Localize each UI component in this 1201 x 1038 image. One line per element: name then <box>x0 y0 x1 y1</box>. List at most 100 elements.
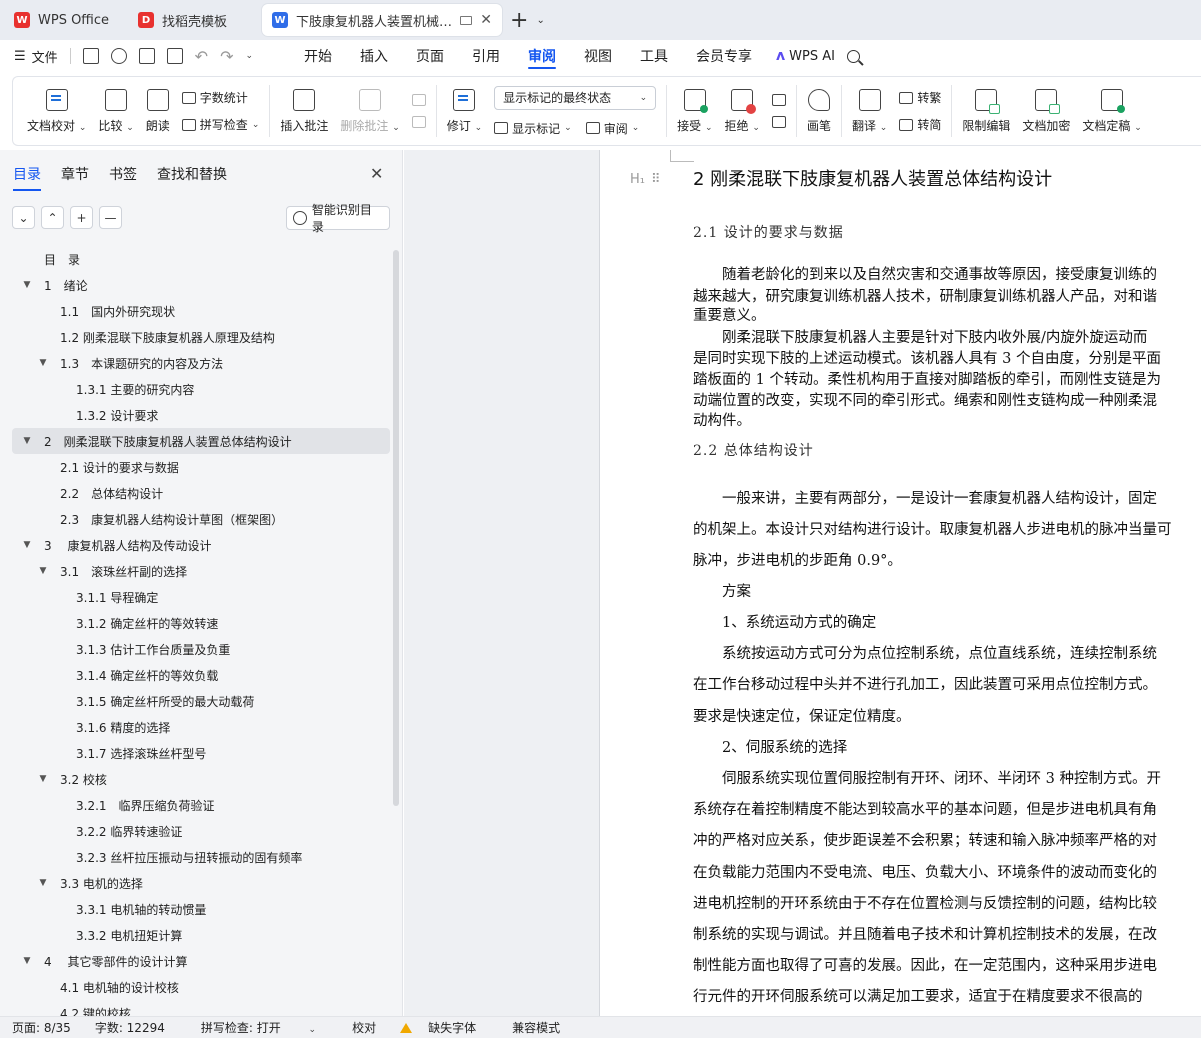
toc-item[interactable]: 3.2.1 临界压缩负荷验证 <box>12 792 390 818</box>
expand-arrow-icon[interactable]: ▼ <box>36 878 50 888</box>
menu-review[interactable]: 审阅 <box>514 40 570 72</box>
to-traditional-button[interactable]: 转繁 <box>899 89 941 106</box>
scrollbar[interactable] <box>393 250 399 806</box>
menu-home[interactable]: 开始 <box>290 40 346 72</box>
tab-find-replace[interactable]: 查找和替换 <box>157 164 227 184</box>
drag-handle-icon[interactable]: ⠿ <box>651 172 661 187</box>
expand-arrow-icon[interactable]: ▼ <box>20 540 34 550</box>
expand-arrow-icon[interactable]: ▼ <box>36 566 50 576</box>
toc-item[interactable]: 1.2 刚柔混联下肢康复机器人原理及结构 <box>12 324 390 350</box>
toc-item[interactable]: 2.1 设计的要求与数据 <box>12 454 390 480</box>
close-icon[interactable]: ✕ <box>480 12 492 28</box>
close-pane-icon[interactable]: ✕ <box>370 164 383 183</box>
tab-document[interactable]: W 下肢康复机器人装置机械结构设计 ✕ <box>262 4 502 36</box>
encrypt-button[interactable]: 文档加密 <box>1016 80 1076 142</box>
add-icon[interactable]: + <box>70 206 93 229</box>
expand-icon[interactable]: ⌃ <box>41 206 64 229</box>
tab-toc[interactable]: 目录 <box>13 164 41 191</box>
toc-item[interactable]: 3.1.7 选择滚珠丝杆型号 <box>12 740 390 766</box>
insert-comment-button[interactable]: 插入批注 <box>274 80 334 142</box>
redo-icon[interactable]: ↷ <box>220 47 233 66</box>
monitor-icon[interactable] <box>460 15 473 25</box>
toc-item[interactable]: 1.3.2 设计要求 <box>12 402 390 428</box>
toc-item[interactable]: 3.1.6 精度的选择 <box>12 714 390 740</box>
prev-revision-button[interactable] <box>771 94 786 106</box>
spell-check-button[interactable]: 拼写检查 ⌄ <box>181 116 259 133</box>
toc-item[interactable]: 3.2.3 丝杆拉压振动与扭转振动的固有频率 <box>12 844 390 870</box>
toc-item[interactable]: ▼ 1.3 本课题研究的内容及方法 <box>12 350 390 376</box>
toc-item[interactable]: 3.1.2 确定丝杆的等效转速 <box>12 610 390 636</box>
toc-item[interactable]: 2.3 康复机器人结构设计草图（框架图） <box>12 506 390 532</box>
page-indicator[interactable]: 页面: 8/35 <box>0 1019 83 1036</box>
heading-handle[interactable]: H₁ ⠿ <box>630 172 661 187</box>
wps-ai-button[interactable]: ʌ WPS AI <box>766 48 835 64</box>
file-menu[interactable]: ☰ 文件 <box>14 47 58 66</box>
word-count-indicator[interactable]: 字数: 12294 <box>83 1019 177 1036</box>
revise-button[interactable]: 修订 ⌄ <box>441 80 488 142</box>
smart-toc-button[interactable]: 智能识别目录 <box>286 203 390 234</box>
to-simplified-button[interactable]: 转简 <box>899 116 941 133</box>
toc-item[interactable]: 3.1.1 导程确定 <box>12 584 390 610</box>
tab-template[interactable]: D 找稻壳模板 <box>128 4 258 36</box>
review-pane-button[interactable]: 审阅 ⌄ <box>585 120 639 137</box>
spell-check-indicator[interactable]: 拼写检查: 打开 ⌄ <box>177 1019 340 1036</box>
menu-reference[interactable]: 引用 <box>458 40 514 72</box>
menu-view[interactable]: 视图 <box>570 40 626 72</box>
toc-item[interactable]: 1.1 国内外研究现状 <box>12 298 390 324</box>
toc-item[interactable]: 3.3.1 电机轴的转动惯量 <box>12 896 390 922</box>
collapse-icon[interactable]: ⌄ <box>12 206 35 229</box>
toc-item[interactable]: 4.1 电机轴的设计校核 <box>12 974 390 1000</box>
chevron-down-icon[interactable]: ⌄ <box>245 51 253 61</box>
toc-item[interactable]: 3.1.3 估计工作台质量及负重 <box>12 636 390 662</box>
toc-item[interactable]: 3.1.4 确定丝杆的等效负载 <box>12 662 390 688</box>
read-aloud-button[interactable]: 朗读 <box>140 80 176 142</box>
toc-item[interactable]: 目 录 <box>12 246 390 272</box>
tab-wps-office[interactable]: W WPS Office <box>4 4 124 36</box>
finalize-button[interactable]: 文档定稿 ⌄ <box>1076 80 1147 142</box>
translate-button[interactable]: 翻译 ⌄ <box>846 80 893 142</box>
toc-item[interactable]: 4.2 键的校核 <box>12 1000 390 1017</box>
compare-button[interactable]: 比较 ⌄ <box>92 80 139 142</box>
toc-item[interactable]: 2.2 总体结构设计 <box>12 480 390 506</box>
menu-member[interactable]: 会员专享 <box>682 40 766 72</box>
undo-icon[interactable]: ↶ <box>195 47 208 66</box>
toc-item[interactable]: 1.3.1 主要的研究内容 <box>12 376 390 402</box>
proof-indicator[interactable]: 校对 <box>340 1019 388 1036</box>
toc-item[interactable]: ▼ 1 绪论 <box>12 272 390 298</box>
next-revision-button[interactable] <box>771 116 786 128</box>
expand-arrow-icon[interactable]: ▼ <box>20 280 34 290</box>
next-comment-button[interactable] <box>411 116 426 128</box>
delete-comment-button[interactable]: 删除批注 ⌄ <box>334 80 405 142</box>
missing-font-indicator[interactable]: 缺失字体 <box>388 1019 500 1036</box>
expand-arrow-icon[interactable]: ▼ <box>20 956 34 966</box>
chevron-down-icon[interactable]: ⌄ <box>536 15 544 26</box>
accept-button[interactable]: 接受 ⌄ <box>671 80 718 142</box>
markup-state-select[interactable]: 显示标记的最终状态 ⌄ <box>494 85 657 110</box>
toc-item[interactable]: 3.3.2 电机扭矩计算 <box>12 922 390 948</box>
expand-arrow-icon[interactable]: ▼ <box>36 774 50 784</box>
save-icon[interactable] <box>82 48 99 64</box>
remove-icon[interactable]: — <box>99 206 122 229</box>
doc-check-button[interactable]: 文档校对 ⌄ <box>21 80 92 142</box>
export-icon[interactable] <box>110 48 127 64</box>
toc-item[interactable]: ▼ 3 康复机器人结构及传动设计 <box>12 532 390 558</box>
tab-bookmarks[interactable]: 书签 <box>109 164 137 184</box>
toc-item[interactable]: ▼ 2 刚柔混联下肢康复机器人装置总体结构设计 <box>12 428 390 454</box>
expand-arrow-icon[interactable]: ▼ <box>20 436 34 446</box>
print-preview-icon[interactable] <box>166 48 183 64</box>
toc-item[interactable]: ▼ 3.1 滚珠丝杆副的选择 <box>12 558 390 584</box>
new-tab-button[interactable]: + <box>506 8 532 33</box>
menu-insert[interactable]: 插入 <box>346 40 402 72</box>
show-markup-button[interactable]: 显示标记 ⌄ <box>494 120 572 137</box>
toc-item[interactable]: 3.1.5 确定丝杆所受的最大动载荷 <box>12 688 390 714</box>
search-icon[interactable] <box>846 49 860 63</box>
pen-button[interactable]: 画笔 <box>801 80 837 142</box>
reject-button[interactable]: 拒绝 ⌄ <box>719 80 766 142</box>
toc-item[interactable]: ▼ 3.3 电机的选择 <box>12 870 390 896</box>
toc-item[interactable]: ▼ 3.2 校核 <box>12 766 390 792</box>
word-count-button[interactable]: 字数统计 <box>181 89 260 106</box>
restrict-edit-button[interactable]: 限制编辑 <box>956 80 1016 142</box>
tab-chapters[interactable]: 章节 <box>61 164 89 184</box>
toc-item[interactable]: ▼ 4 其它零部件的设计计算 <box>12 948 390 974</box>
toc-item[interactable]: 3.2.2 临界转速验证 <box>12 818 390 844</box>
